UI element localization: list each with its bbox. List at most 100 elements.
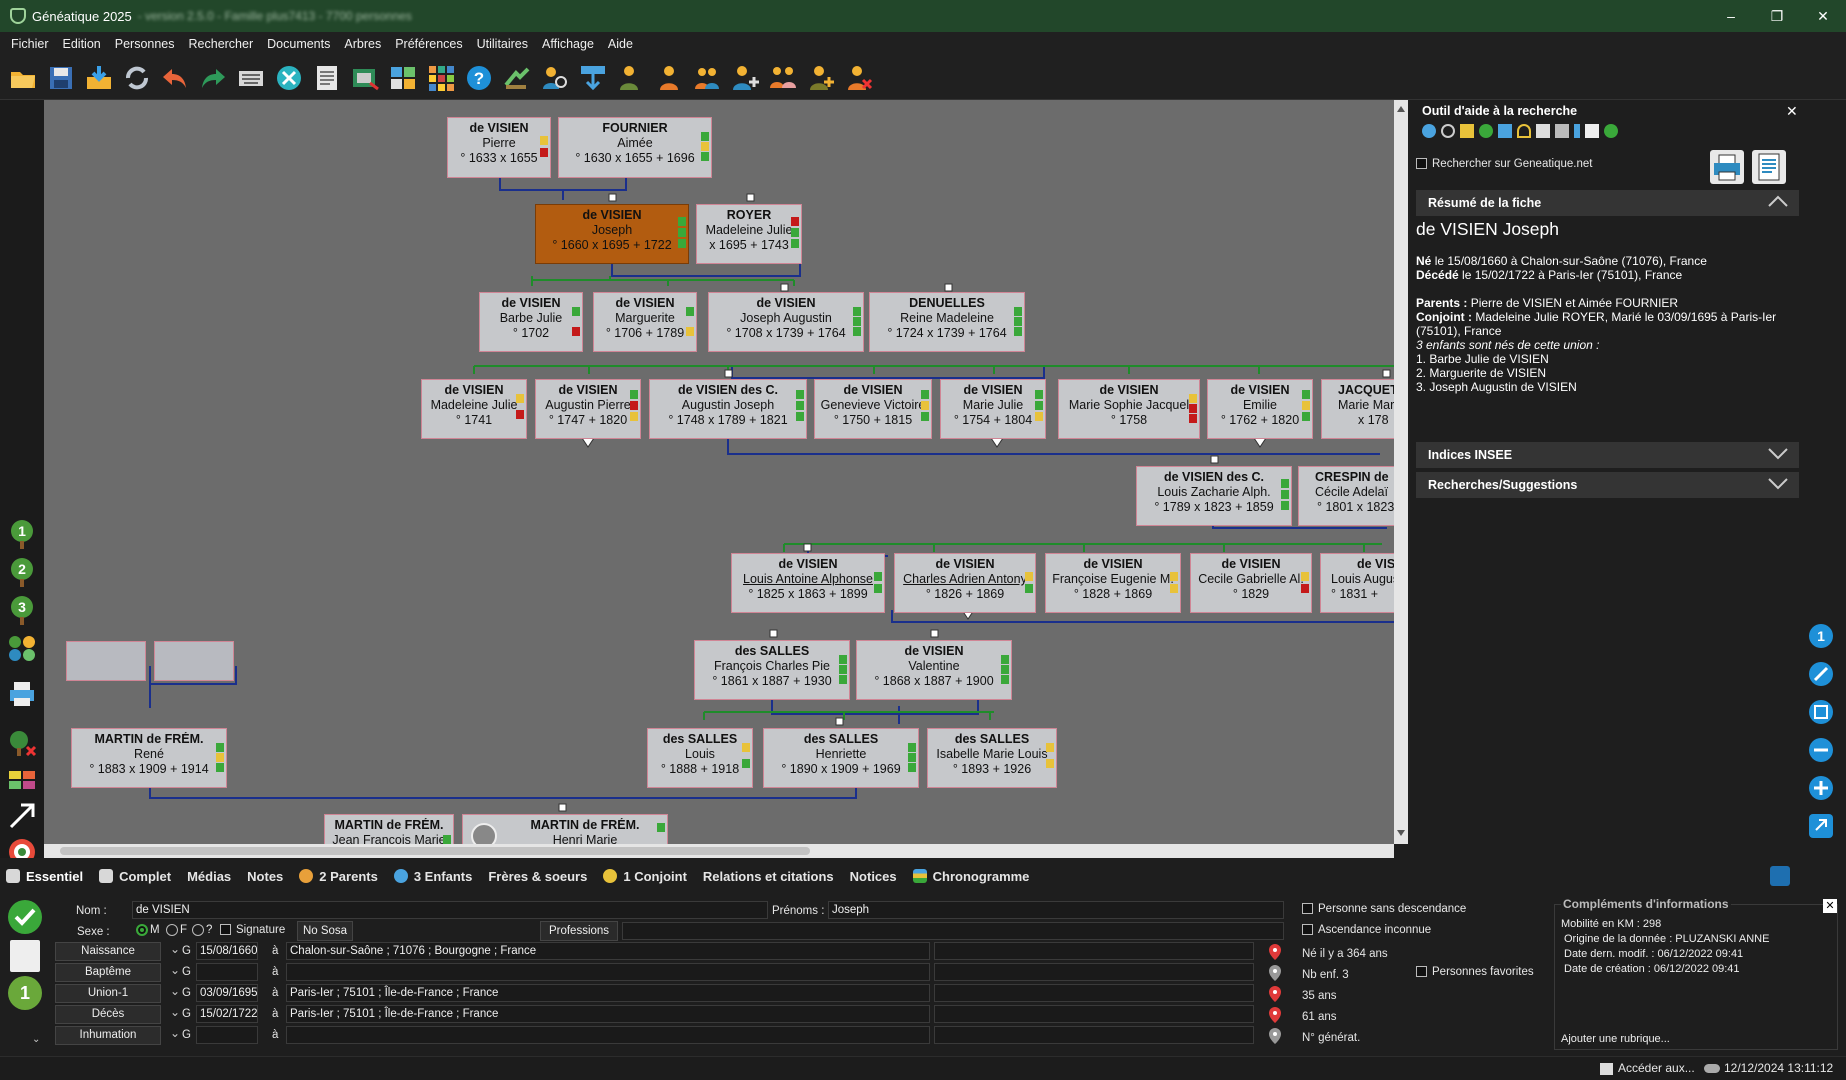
person-card-selected[interactable]: de VISIEN Joseph ° 1660 x 1695 + 1722 [535,204,689,264]
map-pin-icon[interactable] [1266,1027,1284,1045]
person-card[interactable]: de VISIEN Cecile Gabrielle Al. ° 1829 [1190,553,1312,613]
tab-notices[interactable]: Notices [850,869,897,884]
person-card[interactable]: de VISIEN Augustin Pierre ° 1747 + 1820 [535,379,641,439]
close-panel-icon[interactable]: ✕ [1786,103,1798,120]
redo-icon[interactable] [196,61,230,95]
search-icon[interactable] [1441,124,1455,138]
help-icon[interactable]: ? [462,61,496,95]
search-geneatique-option[interactable]: Rechercher sur Geneatique.net [1416,158,1592,170]
globe-icon[interactable] [1604,124,1618,138]
zoom-in-icon[interactable] [1806,772,1836,804]
zoom-one-icon[interactable]: 1 [1806,620,1836,652]
scroll-up-arrow-icon[interactable] [1397,104,1405,112]
signature-checkbox[interactable] [220,924,231,936]
sexe-unknown-option[interactable]: ? [192,924,212,936]
sans-descendance-option[interactable]: Personne sans descendance [1302,903,1466,915]
inhumation-note-field[interactable] [934,1026,1254,1044]
event-bapteme-label[interactable]: Baptême [55,963,161,982]
document-list-icon[interactable] [10,940,40,972]
zoom-out-icon[interactable] [1806,734,1836,766]
bapteme-place-field[interactable] [286,963,930,981]
person-card[interactable]: des SALLES Henriette ° 1890 x 1909 + 1969 [763,728,919,788]
add-rubric-link[interactable]: Ajouter une rubrique... [1561,1033,1670,1045]
person-card[interactable]: des SALLES Isabelle Marie Louis ° 1893 + 1… [927,728,1057,788]
menu-documents[interactable]: Documents [260,37,337,51]
transfer-icon[interactable] [576,61,610,95]
signature-option[interactable]: Signature [220,924,285,936]
event-union-label[interactable]: Union-1 [55,984,161,1003]
person-card[interactable]: DENUELLES Reine Madeleine ° 1724 x 1739 + … [869,292,1025,352]
professions-field[interactable] [622,922,1284,940]
person-card[interactable]: de VISIEN des C. Augustin Joseph ° 1748 x … [649,379,807,439]
map-pin-icon[interactable] [1266,985,1284,1003]
event-naissance-label[interactable]: Naissance [55,942,161,961]
generation-number-icon[interactable]: 1 [8,976,42,1010]
tab-conjoint[interactable]: 1 Conjoint [603,869,687,884]
person-card[interactable]: de VISIEN Charles Adrien Antony ° 1826 + 1… [894,553,1036,613]
certificate-icon[interactable] [500,61,534,95]
document-icon[interactable] [1585,124,1599,138]
horizontal-scroll-thumb[interactable] [60,847,810,855]
radio-selected-icon[interactable] [136,924,148,936]
empty-parent-card[interactable] [154,641,234,681]
professions-button[interactable]: Professions [540,921,618,941]
couple-icon[interactable] [690,61,724,95]
delete-tree-icon[interactable] [6,728,38,760]
deces-place-field[interactable]: Paris-Ier ; 75101 ; Île-de-France ; Fran… [286,1005,930,1023]
generation-2-icon[interactable]: 2 [6,556,38,588]
trees-icon[interactable] [6,632,38,664]
print-icon[interactable] [6,678,38,710]
union-place-field[interactable]: Paris-Ier ; 75101 ; Île-de-France ; Fran… [286,984,930,1002]
person-card[interactable]: de VISIEN Joseph Augustin ° 1708 x 1739 + … [708,292,864,352]
person-gold-icon[interactable] [804,61,838,95]
tab-medias[interactable]: Médias [187,869,231,884]
inhumation-place-field[interactable] [286,1026,930,1044]
export-icon[interactable] [348,61,382,95]
person-female-icon[interactable] [652,61,686,95]
person-card[interactable]: de VISIEN Valentine ° 1868 x 1887 + 1900 [856,640,1012,700]
radio-icon[interactable] [192,924,204,936]
search-person-icon[interactable] [538,61,572,95]
notes-icon[interactable] [310,61,344,95]
person-card[interactable]: MARTIN de FRÉM. René ° 1883 x 1909 + 1914 [71,728,227,788]
map-pin-icon[interactable] [1266,1006,1284,1024]
person-card[interactable]: de VISIEN Genevieve Victoire ° 1750 + 1815 [814,379,932,439]
check-icon[interactable] [1479,124,1493,138]
settings-icon[interactable] [272,61,306,95]
undo-icon[interactable] [158,61,192,95]
save-icon[interactable] [44,61,78,95]
import-icon[interactable] [82,61,116,95]
info-icon[interactable] [1574,124,1580,138]
tab-chronogramme[interactable]: Chronogramme [912,869,1029,884]
person-card[interactable]: de VISIEN Louis Antoine Alphonse ° 1825 x … [731,553,885,613]
person-card[interactable]: MARTIN de FRÉM. Jean François Marie [324,814,454,844]
maximize-button[interactable]: ❐ [1754,0,1800,32]
naissance-place-field[interactable]: Chalon-sur-Saône ; 71076 ; Bourgogne ; F… [286,942,930,960]
generation-1-icon[interactable]: 1 [6,518,38,550]
tree-horizontal-scrollbar[interactable] [44,844,1394,858]
print-report-icon[interactable] [1710,150,1744,184]
chevron-up-icon[interactable] [1767,194,1789,208]
person-card[interactable]: ROYER Madeleine Julie x 1695 + 1743 [696,204,802,264]
tab-freres-soeurs[interactable]: Frères & soeurs [488,869,587,884]
chevron-down-icon[interactable] [1767,476,1789,490]
person-card[interactable]: de VISIEN Marguerite ° 1706 + 1789 [593,292,697,352]
menu-rechercher[interactable]: Rechercher [182,37,261,51]
close-complements-icon[interactable]: ✕ [1823,899,1837,913]
person-card[interactable]: CRESPIN de Cécile Adelaï ° 1801 x 1823 [1298,466,1394,526]
person-card[interactable]: de VISIEN Marie Sophie Jacquel ° 1758 [1058,379,1200,439]
inhumation-date-field[interactable] [196,1026,258,1044]
person-card[interactable]: de VISIEN Pierre ° 1633 x 1655 [447,117,551,178]
person-card[interactable]: de VIS Louis Augus ° 1831 + [1320,553,1394,613]
color-toggle-icon[interactable] [6,764,38,796]
favorites-checkbox[interactable] [1416,966,1427,978]
person-card[interactable]: de VISIEN Françoise Eugenie M. ° 1828 + 18… [1045,553,1181,613]
bapteme-note-field[interactable] [934,963,1254,981]
radio-icon[interactable] [166,924,178,936]
search-geneatique-checkbox[interactable] [1416,158,1427,170]
open-folder-icon[interactable] [6,61,40,95]
empty-parent-card[interactable] [66,641,146,681]
menu-aide[interactable]: Aide [601,37,640,51]
person-card[interactable]: FOURNIER Aimée ° 1630 x 1655 + 1696 [558,117,712,178]
keyboard-icon[interactable] [234,61,268,95]
